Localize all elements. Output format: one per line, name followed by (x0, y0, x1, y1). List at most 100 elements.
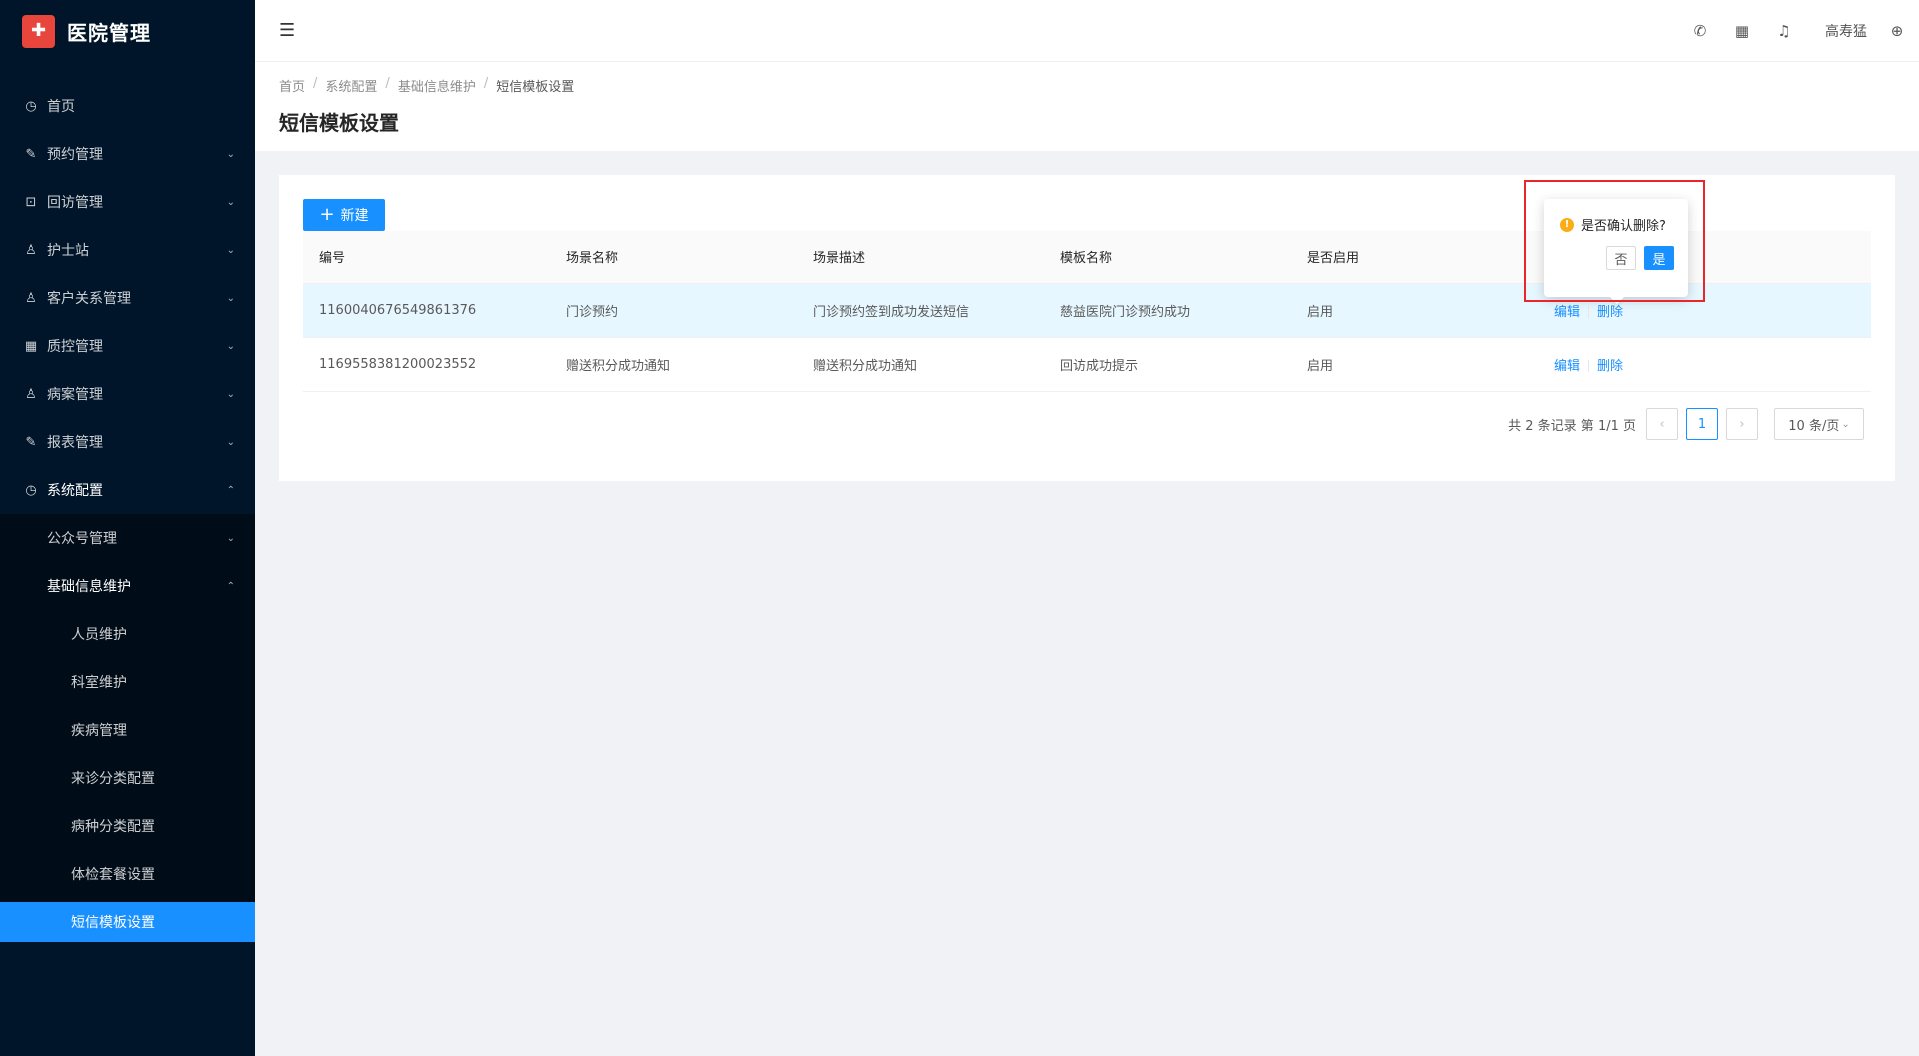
sidebar-item-basic-info[interactable]: 基础信息维护 ⌃ (0, 562, 255, 610)
column-header: 场景描述 (797, 231, 1044, 284)
page-size-value: 10 条/页 (1788, 418, 1840, 434)
delete-link[interactable]: 删除 (1597, 359, 1623, 374)
sidebar-item-sms-template[interactable]: 短信模板设置 (0, 902, 255, 942)
menu-fold-icon[interactable]: ☰ (279, 20, 299, 41)
breadcrumb-separator: / (483, 76, 489, 91)
breadcrumb-item[interactable]: 系统配置 (325, 76, 377, 95)
sidebar-item-home[interactable]: ◷ 首页 (0, 82, 255, 130)
delete-link[interactable]: 删除 (1597, 305, 1623, 320)
page-header: 首页 / 系统配置 / 基础信息维护 / 短信模板设置 短信模板设置 (255, 62, 1919, 151)
confirm-button[interactable]: 是 (1644, 246, 1674, 270)
page-number-button[interactable]: 1 (1686, 408, 1718, 440)
sidebar-item-followup[interactable]: ⊡ 回访管理 ⌄ (0, 178, 255, 226)
sidebar-item-disease[interactable]: 疾病管理 (0, 706, 255, 754)
chevron-down-icon: ⌄ (226, 436, 235, 448)
sidebar-item-label: 回访管理 (47, 195, 103, 211)
page-size-select[interactable]: 10 条/页 ⌄ (1774, 408, 1864, 440)
cell-id: 1169558381200023552 (303, 337, 550, 392)
new-button-label: 新建 (340, 208, 369, 224)
chevron-right-icon: › (1739, 416, 1745, 432)
chevron-down-icon: ⌄ (226, 532, 235, 544)
chevron-down-icon: ⌄ (1841, 418, 1850, 430)
user-icon: ♙ (25, 386, 37, 402)
page-title: 短信模板设置 (279, 111, 399, 135)
sidebar: ✚ 医院管理 ◷ 首页 ✎ 预约管理 ⌄ ⊡ 回访管理 ⌄ ♙ 护士站 ⌄ ♙ … (0, 0, 255, 1056)
column-header: 是否启用 (1291, 231, 1538, 284)
column-header: 模板名称 (1044, 231, 1291, 284)
sidebar-item-crm[interactable]: ♙ 客户关系管理 ⌄ (0, 274, 255, 322)
edit-icon: ✎ (25, 434, 37, 450)
bell-icon[interactable]: ♫ (1763, 22, 1805, 40)
chevron-up-icon: ⌃ (226, 580, 235, 592)
sidebar-item-checkup-package[interactable]: 体检套餐设置 (0, 850, 255, 898)
chevron-down-icon: ⌄ (226, 244, 235, 256)
sidebar-item-reports[interactable]: ✎ 报表管理 ⌄ (0, 418, 255, 466)
pagination-summary: 共 2 条记录 第 1/1 页 (1508, 418, 1636, 434)
new-button[interactable]: + 新建 (303, 199, 385, 231)
sidebar-item-quality[interactable]: ▦ 质控管理 ⌄ (0, 322, 255, 370)
pagination: 共 2 条记录 第 1/1 页 ‹ 1 › 10 条/页 ⌄ (1508, 408, 1864, 440)
action-divider (1588, 360, 1590, 372)
breadcrumb-separator: / (313, 76, 318, 91)
sidebar-item-department[interactable]: 科室维护 (0, 658, 255, 706)
column-header: 场景名称 (550, 231, 797, 284)
app-title: 医院管理 (67, 20, 151, 45)
dashboard-icon: ◷ (25, 98, 37, 114)
logo[interactable]: ✚ 医院管理 (0, 0, 255, 62)
popconfirm-message-row: ! 是否确认删除? (1560, 215, 1674, 234)
next-page-button[interactable]: › (1726, 408, 1758, 440)
popconfirm-buttons: 否 是 (1560, 246, 1674, 270)
cell-id: 1160040676549861376 (303, 283, 550, 338)
cell-template: 回访成功提示 (1044, 337, 1291, 392)
sidebar-item-records[interactable]: ♙ 病案管理 ⌄ (0, 370, 255, 418)
chevron-up-icon: ⌃ (226, 484, 235, 496)
warning-icon: ! (1560, 217, 1574, 232)
cell-scene: 赠送积分成功通知 (550, 337, 797, 392)
prev-page-button[interactable]: ‹ (1646, 408, 1678, 440)
user-icon: ♙ (25, 290, 37, 306)
sidebar-item-system-config[interactable]: ◷ 系统配置 ⌃ (0, 466, 255, 514)
sidebar-item-visit-category[interactable]: 来诊分类配置 (0, 754, 255, 802)
cell-actions: 编辑 删除 (1538, 337, 1871, 392)
lock-icon: ⊡ (25, 194, 37, 210)
globe-icon[interactable]: ⊕ (1883, 22, 1911, 40)
sidebar-item-public-account[interactable]: 公众号管理 ⌄ (0, 514, 255, 562)
chevron-left-icon: ‹ (1659, 416, 1665, 432)
top-header: ☰ ✆ ▦ ♫ 高寿猛 ⊕ (255, 0, 1919, 62)
sidebar-item-staff[interactable]: 人员维护 (0, 610, 255, 658)
breadcrumb-item[interactable]: 基础信息维护 (398, 76, 476, 95)
sidebar-item-disease-category[interactable]: 病种分类配置 (0, 802, 255, 850)
cell-desc: 门诊预约签到成功发送短信 (797, 283, 1044, 338)
table-icon: ▦ (24, 338, 38, 354)
cell-template: 慈益医院门诊预约成功 (1044, 283, 1291, 338)
sidebar-item-label: 病案管理 (47, 387, 103, 403)
breadcrumb: 首页 / 系统配置 / 基础信息维护 / 短信模板设置 (279, 76, 1895, 95)
sidebar-item-label: 预约管理 (47, 147, 103, 163)
apps-grid-icon[interactable]: ▦ (1721, 22, 1763, 40)
header-actions: ✆ ▦ ♫ 高寿猛 ⊕ (1679, 0, 1919, 62)
edit-link[interactable]: 编辑 (1554, 359, 1580, 374)
sidebar-item-label: 报表管理 (47, 435, 103, 451)
edit-link[interactable]: 编辑 (1554, 305, 1580, 320)
cancel-button[interactable]: 否 (1606, 246, 1636, 270)
sidebar-item-appointment[interactable]: ✎ 预约管理 ⌄ (0, 130, 255, 178)
user-name[interactable]: 高寿猛 (1825, 21, 1867, 41)
sidebar-item-label: 基础信息维护 (47, 579, 131, 595)
sidebar-menu: ◷ 首页 ✎ 预约管理 ⌄ ⊡ 回访管理 ⌄ ♙ 护士站 ⌄ ♙ 客户关系管理 … (0, 82, 255, 942)
table-row[interactable]: 1169558381200023552 赠送积分成功通知 赠送积分成功通知 回访… (303, 337, 1871, 392)
chevron-down-icon: ⌄ (226, 292, 235, 304)
chevron-down-icon: ⌄ (226, 388, 235, 400)
sidebar-item-label: 公众号管理 (47, 531, 117, 547)
column-header: 编号 (303, 231, 550, 284)
system-config-submenu: 公众号管理 ⌄ 基础信息维护 ⌃ 人员维护 科室维护 疾病管理 来诊分类配置 病… (0, 514, 255, 942)
cell-enabled: 启用 (1291, 283, 1538, 338)
breadcrumb-separator: / (385, 76, 390, 91)
edit-icon: ✎ (25, 146, 37, 162)
breadcrumb-item[interactable]: 首页 (279, 76, 305, 95)
cell-scene: 门诊预约 (550, 283, 797, 338)
phone-icon[interactable]: ✆ (1679, 22, 1721, 40)
hospital-logo-icon: ✚ (22, 14, 55, 48)
delete-popconfirm: ! 是否确认删除? 否 是 (1544, 199, 1688, 297)
popconfirm-message: 是否确认删除? (1581, 219, 1666, 234)
sidebar-item-nurse-station[interactable]: ♙ 护士站 ⌄ (0, 226, 255, 274)
